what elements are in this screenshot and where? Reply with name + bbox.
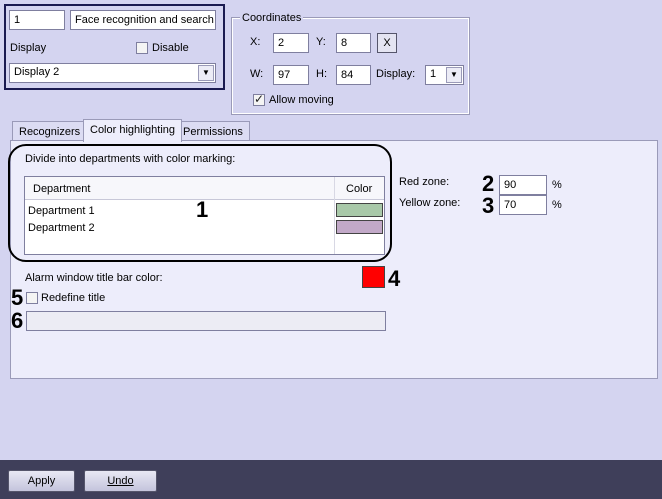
column-header-color[interactable]: Color xyxy=(346,183,372,195)
h-field[interactable]: 84 xyxy=(336,65,371,85)
marker-2: 2 xyxy=(482,171,495,196)
h-label: H: xyxy=(316,68,327,80)
coord-display-label: Display: xyxy=(376,68,416,80)
allow-moving-label: Allow moving xyxy=(269,94,334,106)
tab-permissions[interactable]: Permissions xyxy=(176,121,250,141)
marker-5: 5 xyxy=(11,285,24,310)
tab-recognizers[interactable]: Recognizers xyxy=(12,121,88,141)
object-name-field[interactable]: Face recognition and search 1 xyxy=(70,10,216,30)
y-label: Y: xyxy=(316,36,326,48)
yellow-zone-label: Yellow zone: xyxy=(399,197,461,209)
w-label: W: xyxy=(250,68,264,80)
department-name: Department 1 xyxy=(28,205,95,217)
divide-departments-label: Divide into departments with color marki… xyxy=(25,153,236,165)
x-field[interactable]: 2 xyxy=(273,33,309,53)
coordinates-title: Coordinates xyxy=(240,12,304,24)
department-color-swatch[interactable] xyxy=(336,203,383,217)
y-field[interactable]: 8 xyxy=(336,33,371,53)
tab-permissions-label: Permissions xyxy=(183,126,243,138)
red-zone-field[interactable]: 90 xyxy=(499,175,547,195)
department-color-swatch[interactable] xyxy=(336,220,383,234)
marker-1: 1 xyxy=(196,197,209,222)
red-zone-label: Red zone: xyxy=(399,176,450,188)
disable-label: Disable xyxy=(152,42,189,54)
display-select[interactable]: Display 2 ▼ xyxy=(9,63,216,83)
marker-4: 4 xyxy=(388,266,401,291)
chevron-down-icon[interactable]: ▼ xyxy=(446,67,462,83)
object-id-field[interactable]: 1 xyxy=(9,10,65,30)
clear-coordinates-button[interactable]: X xyxy=(377,33,397,53)
apply-button[interactable]: Apply xyxy=(8,470,75,492)
alarm-color-swatch[interactable] xyxy=(362,266,385,288)
yellow-zone-field[interactable]: 70 xyxy=(499,195,547,215)
redefine-title-checkbox[interactable] xyxy=(26,292,38,304)
red-zone-percent: % xyxy=(552,179,562,191)
column-header-department[interactable]: Department xyxy=(33,183,90,195)
close-icon: X xyxy=(383,37,391,49)
tab-color-highlighting[interactable]: Color highlighting xyxy=(83,119,182,142)
redefine-title-label: Redefine title xyxy=(41,292,106,304)
tab-recognizers-label: Recognizers xyxy=(19,126,81,138)
chevron-down-icon[interactable]: ▼ xyxy=(198,65,214,81)
allow-moving-checkbox[interactable] xyxy=(253,92,265,106)
disable-checkbox[interactable] xyxy=(136,42,148,54)
w-field[interactable]: 97 xyxy=(273,65,309,85)
alarm-color-label: Alarm window title bar color: xyxy=(25,272,163,284)
marker-6: 6 xyxy=(11,308,24,333)
yellow-zone-percent: % xyxy=(552,199,562,211)
undo-button[interactable]: Undo xyxy=(84,470,157,492)
coord-display-value: 1 xyxy=(430,68,437,80)
undo-button-label: Undo xyxy=(107,475,134,487)
coord-display-select[interactable]: 1 ▼ xyxy=(425,65,464,85)
display-select-value: Display 2 xyxy=(14,66,60,78)
department-name: Department 2 xyxy=(28,222,95,234)
x-label: X: xyxy=(250,36,261,48)
tab-color-highlighting-label: Color highlighting xyxy=(90,124,175,136)
marker-3: 3 xyxy=(482,193,495,218)
redefine-title-field[interactable] xyxy=(26,311,386,331)
display-label: Display xyxy=(10,42,47,54)
apply-button-label: Apply xyxy=(27,475,56,487)
